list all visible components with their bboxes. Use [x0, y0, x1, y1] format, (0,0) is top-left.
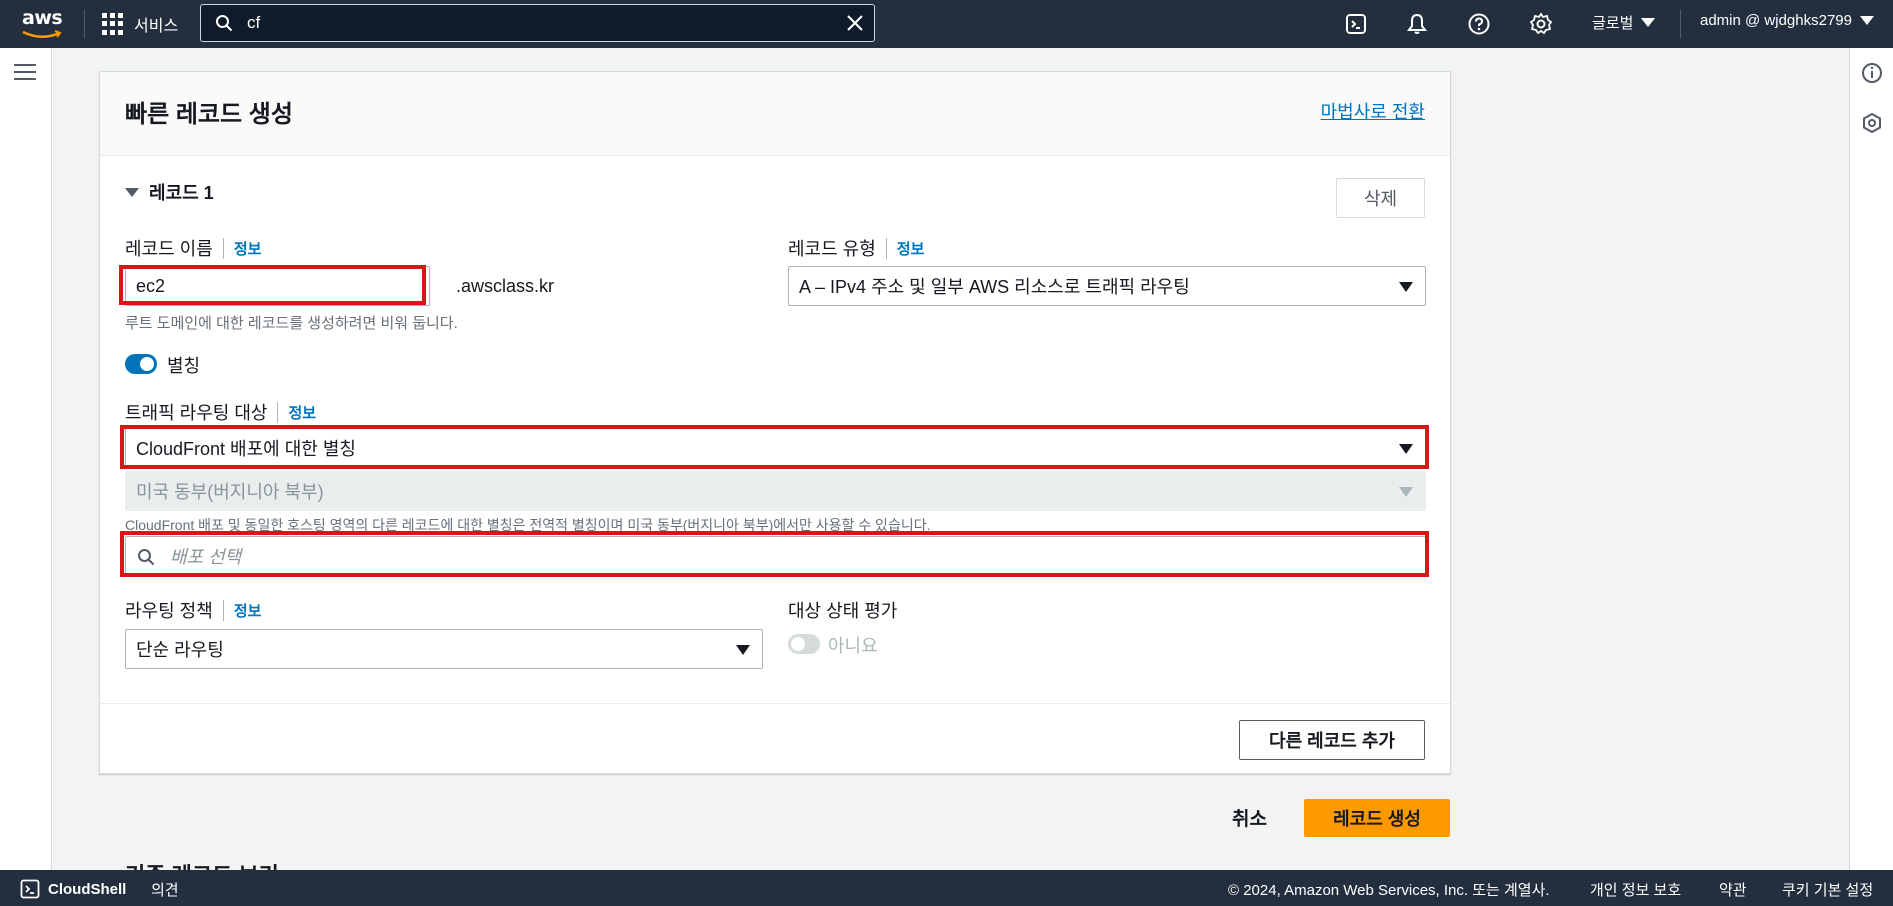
alias-toggle[interactable] [125, 354, 157, 374]
footer: CloudShell 의견 © 2024, Amazon Web Service… [0, 870, 1893, 906]
nav-separator [1680, 10, 1681, 38]
record-name-info-link[interactable]: 정보 [222, 237, 261, 259]
account-label: admin @ wjdghks2799 [1700, 12, 1852, 29]
quick-create-panel: 빠른 레코드 생성 마법사로 전환 레코드 1 삭제 레코드 이름 정보 ec2… [99, 71, 1451, 774]
hexagon-icon[interactable] [1861, 112, 1883, 134]
record-type-label-text: 레코드 유형 [788, 239, 876, 259]
caret-down-icon [1859, 16, 1874, 25]
cloudshell-button[interactable]: CloudShell [20, 879, 126, 899]
page-title: 빠른 레코드 생성 [125, 101, 293, 128]
help-icon[interactable] [1467, 12, 1491, 36]
grid-icon [102, 13, 124, 35]
routing-policy-select[interactable]: 단순 라우팅 [125, 629, 763, 669]
record-section-title: 레코드 1 [149, 183, 214, 203]
panel-header: 빠른 레코드 생성 마법사로 전환 [100, 72, 1450, 156]
services-label: 서비스 [134, 18, 179, 35]
caret-down-icon [1641, 18, 1656, 27]
route-target-label-text: 트래픽 라우팅 대상 [125, 403, 268, 423]
region-value: 미국 동부(버지니아 북부) [136, 482, 324, 502]
record-name-label-text: 레코드 이름 [125, 239, 213, 259]
region-select: 미국 동부(버지니아 북부) [125, 471, 1426, 511]
health-eval-label-text: 대상 상태 평가 [788, 601, 898, 621]
record-section-toggle[interactable]: 레코드 1 [125, 179, 214, 205]
cancel-button[interactable]: 취소 [1232, 804, 1267, 831]
aws-logo-text: aws [22, 7, 63, 29]
add-record-button[interactable]: 다른 레코드 추가 [1239, 720, 1425, 760]
cloudshell-icon [20, 879, 40, 899]
nav-separator [84, 10, 85, 38]
top-navigation: aws 서비스 cf 글로벌 admin @ wjdghks2799 [0, 0, 1893, 48]
search-input[interactable]: cf [200, 4, 875, 42]
routing-policy-value: 단순 라우팅 [136, 640, 224, 660]
caret-down-icon [736, 645, 750, 655]
gear-icon[interactable] [1529, 12, 1553, 36]
services-menu[interactable]: 서비스 [102, 10, 178, 38]
caret-down-icon [1399, 487, 1413, 497]
feedback-link[interactable]: 의견 [151, 879, 179, 900]
delete-button[interactable]: 삭제 [1336, 178, 1425, 218]
panel-divider [100, 703, 1450, 704]
search-value: cf [247, 13, 261, 32]
cloudshell-icon[interactable] [1344, 12, 1368, 36]
menu-icon[interactable] [14, 64, 36, 85]
copyright-text: © 2024, Amazon Web Services, Inc. 또는 계열사… [1228, 882, 1550, 899]
highlight-box [119, 265, 426, 305]
health-eval-value: 아니요 [828, 636, 878, 656]
cookie-preferences-link[interactable]: 쿠키 기본 설정 [1782, 879, 1873, 900]
bell-icon[interactable] [1405, 12, 1429, 36]
search-icon [216, 15, 233, 32]
highlight-box [120, 425, 1429, 469]
record-type-value: A – IPv4 주소 및 일부 AWS 리소스로 트래픽 라우팅 [799, 277, 1190, 297]
health-eval-toggle [788, 634, 820, 654]
alias-label: 별칭 [167, 356, 201, 376]
right-rail [1849, 48, 1893, 870]
routing-policy-info-link[interactable]: 정보 [222, 599, 261, 621]
close-icon[interactable] [846, 14, 864, 32]
highlight-box [120, 531, 1429, 577]
record-type-label: 레코드 유형 정보 [788, 235, 924, 261]
aws-smile-icon [22, 30, 62, 38]
create-records-button[interactable]: 레코드 생성 [1304, 799, 1450, 837]
region-selector[interactable]: 글로벌 [1592, 12, 1656, 33]
info-icon[interactable] [1861, 62, 1883, 84]
caret-down-icon [125, 187, 139, 197]
cloudshell-label: CloudShell [48, 880, 127, 898]
left-rail [0, 48, 52, 870]
record-name-hint: 루트 도메인에 대한 레코드를 생성하려면 비워 둡니다. [125, 315, 458, 332]
record-type-select[interactable]: A – IPv4 주소 및 일부 AWS 리소스로 트래픽 라우팅 [788, 266, 1426, 306]
health-eval-label: 대상 상태 평가 [788, 597, 897, 623]
routing-policy-label: 라우팅 정책 정보 [125, 597, 261, 623]
aws-logo[interactable]: aws [20, 6, 64, 42]
record-name-label: 레코드 이름 정보 [125, 235, 261, 261]
terms-link[interactable]: 약관 [1719, 879, 1747, 900]
privacy-link[interactable]: 개인 정보 보호 [1590, 879, 1681, 900]
domain-suffix: .awsclass.kr [456, 276, 555, 296]
routing-policy-label-text: 라우팅 정책 [125, 601, 213, 621]
route-target-label: 트래픽 라우팅 대상 정보 [125, 399, 316, 425]
region-label: 글로벌 [1592, 15, 1634, 32]
route-target-info-link[interactable]: 정보 [277, 401, 316, 423]
record-type-info-link[interactable]: 정보 [885, 237, 924, 259]
switch-to-wizard-link[interactable]: 마법사로 전환 [1321, 98, 1425, 124]
caret-down-icon [1399, 282, 1413, 292]
account-menu[interactable]: admin @ wjdghks2799 [1700, 12, 1874, 29]
